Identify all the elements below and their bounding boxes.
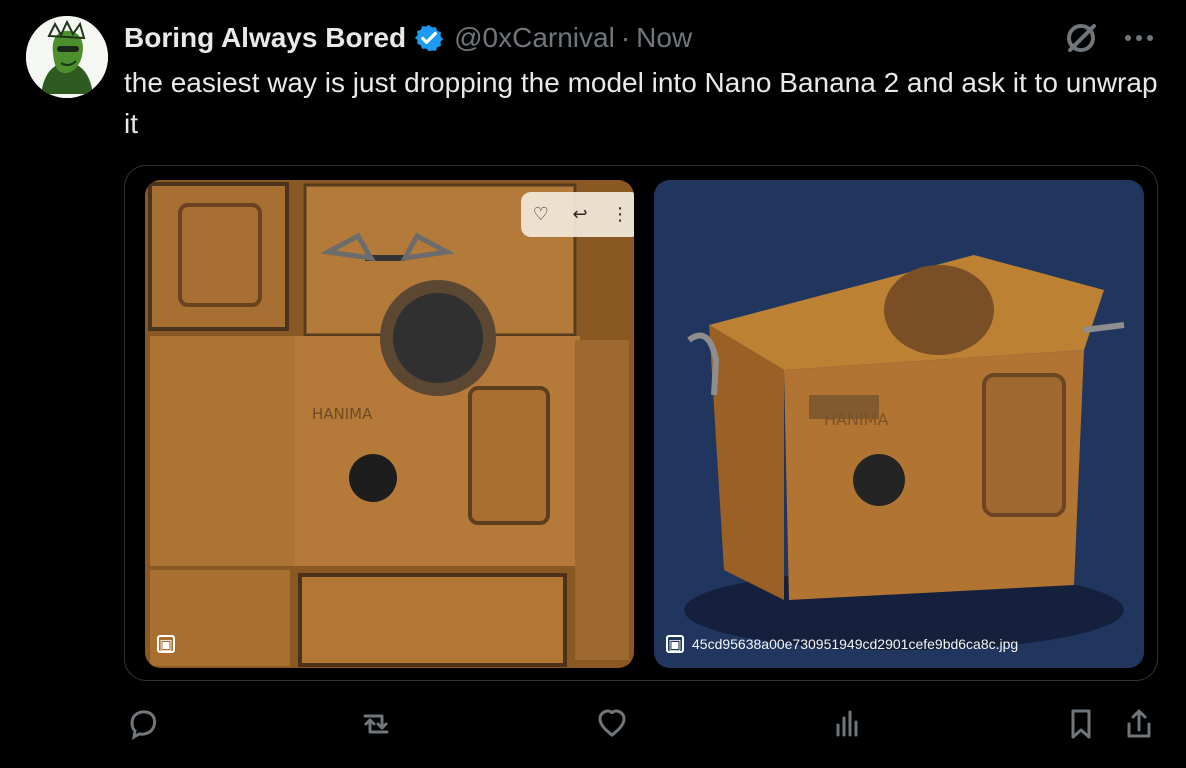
rendered-box-image: HANIMA bbox=[654, 180, 1144, 668]
like-icon[interactable] bbox=[594, 706, 630, 742]
more-vertical-icon[interactable]: ⋮ bbox=[611, 204, 629, 225]
timestamp[interactable]: Now bbox=[636, 22, 692, 54]
share-icon[interactable] bbox=[1122, 706, 1156, 742]
bookmark-icon[interactable] bbox=[1066, 706, 1096, 742]
image-filename: 45cd95638a00e730951949cd2901cefe9bd6ca8c… bbox=[692, 636, 1019, 652]
reply-icon[interactable] bbox=[124, 706, 160, 742]
tweet-header: Boring Always Bored @0xCarnival · Now bbox=[124, 18, 1156, 58]
media-image-left[interactable]: HANIMA ♡ ↩ ⋮ ▣ bbox=[145, 180, 634, 668]
user-handle[interactable]: @0xCarnival bbox=[454, 22, 615, 54]
image-hover-actions: ♡ ↩ ⋮ bbox=[521, 192, 634, 237]
tweet-actions bbox=[124, 706, 1158, 750]
image-badge-right: ▣ 45cd95638a00e730951949cd2901cefe9bd6ca… bbox=[666, 632, 1018, 656]
heart-icon[interactable]: ♡ bbox=[533, 204, 549, 225]
avatar[interactable] bbox=[26, 16, 108, 98]
grok-icon[interactable] bbox=[1062, 19, 1100, 57]
top-actions bbox=[1062, 18, 1156, 58]
media-grid: HANIMA ♡ ↩ ⋮ ▣ HANIMA ▣ 45cd95638a00e730… bbox=[124, 165, 1158, 681]
views-icon[interactable] bbox=[831, 706, 865, 740]
hanima-label-left: HANIMA bbox=[312, 405, 373, 423]
reply-icon[interactable]: ↩ bbox=[573, 204, 588, 225]
hanima-label-right: HANIMA bbox=[824, 410, 888, 429]
display-name[interactable]: Boring Always Bored bbox=[124, 22, 406, 54]
image-icon: ▣ bbox=[666, 635, 684, 653]
tweet-text: the easiest way is just dropping the mod… bbox=[124, 67, 1158, 139]
retweet-icon[interactable] bbox=[357, 706, 395, 742]
image-icon: ▣ bbox=[157, 635, 175, 653]
image-badge-left: ▣ bbox=[157, 632, 175, 656]
avatar-image bbox=[26, 16, 108, 98]
media-image-right[interactable]: HANIMA ▣ 45cd95638a00e730951949cd2901cef… bbox=[654, 180, 1144, 668]
verified-badge-icon bbox=[415, 24, 444, 52]
more-icon[interactable] bbox=[1122, 28, 1156, 48]
separator-dot: · bbox=[620, 22, 631, 53]
uv-unwrap-image: HANIMA bbox=[145, 180, 634, 668]
